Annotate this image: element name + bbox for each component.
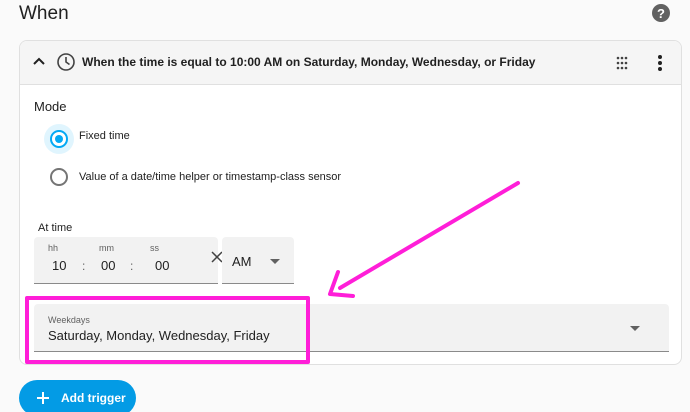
time-separator: : xyxy=(82,259,86,273)
time-separator: : xyxy=(130,259,134,273)
add-trigger-button[interactable]: Add trigger xyxy=(19,380,136,412)
add-trigger-label: Add trigger xyxy=(61,391,126,405)
at-time-label: At time xyxy=(38,222,73,234)
radio-helper-value-label[interactable]: Value of a date/time helper or timestamp… xyxy=(79,171,341,183)
seconds-label: ss xyxy=(150,243,159,253)
minutes-label: mm xyxy=(99,243,114,253)
help-icon[interactable]: ? xyxy=(652,4,670,22)
trigger-description: When the time is equal to 10:00 AM on Sa… xyxy=(82,55,536,69)
dropdown-arrow-icon xyxy=(630,326,640,331)
mode-label: Mode xyxy=(34,99,67,114)
more-vert-icon[interactable] xyxy=(656,53,664,73)
hours-label: hh xyxy=(48,243,59,253)
radio-fixed-time[interactable] xyxy=(50,130,68,148)
automation-editor: When ? When the time is equal to 10:00 A… xyxy=(0,0,690,412)
seconds-input[interactable]: 00 xyxy=(155,258,169,273)
annotation-highlight-box xyxy=(25,296,310,364)
minutes-input[interactable]: 00 xyxy=(101,258,115,273)
plus-icon xyxy=(37,392,49,404)
time-input[interactable]: hh 10 : mm 00 : ss 00 xyxy=(34,237,223,284)
radio-helper-value[interactable] xyxy=(50,168,68,186)
drag-handle-icon[interactable] xyxy=(615,55,629,71)
dropdown-arrow-icon xyxy=(270,259,280,264)
trigger-card-header[interactable]: When the time is equal to 10:00 AM on Sa… xyxy=(20,41,681,85)
radio-fixed-time-label[interactable]: Fixed time xyxy=(79,130,130,142)
am-pm-select[interactable]: AM xyxy=(222,237,294,284)
section-title: When xyxy=(19,3,69,24)
hours-input[interactable]: 10 xyxy=(52,258,66,273)
am-pm-value: AM xyxy=(232,254,252,269)
chevron-up-icon[interactable] xyxy=(32,55,46,69)
clock-icon xyxy=(57,53,75,71)
